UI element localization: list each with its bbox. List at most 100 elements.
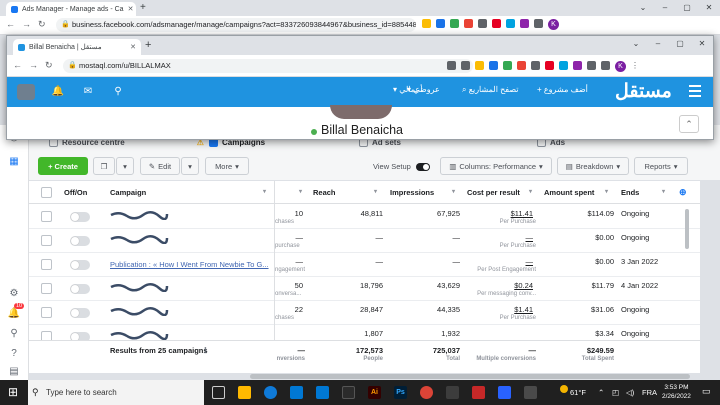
- maximize-icon[interactable]: ▢: [669, 36, 691, 55]
- reports-button[interactable]: Reports ▾: [634, 157, 688, 175]
- extension-icon[interactable]: [489, 61, 498, 70]
- extension-icon[interactable]: [478, 19, 487, 28]
- info-icon[interactable]: ℹ: [204, 346, 207, 355]
- new-tab-icon[interactable]: +: [145, 39, 151, 51]
- mail-icon[interactable]: [316, 386, 329, 399]
- edit-dropdown[interactable]: ▾: [181, 157, 199, 175]
- close-window-icon[interactable]: ✕: [698, 0, 720, 16]
- file-explorer-icon[interactable]: [238, 386, 251, 399]
- back-arrow-icon[interactable]: ←: [6, 19, 15, 29]
- report-icon[interactable]: ▤: [7, 365, 21, 379]
- table-row[interactable]: Publication : « How I Went From Newbie T…: [29, 253, 700, 277]
- cost-per-result-value[interactable]: $1.41: [467, 305, 533, 314]
- minimize-icon[interactable]: –: [654, 0, 676, 16]
- table-icon[interactable]: ▦: [7, 155, 21, 169]
- edit-button[interactable]: ✎ Edit: [140, 157, 180, 175]
- nav-browse-projects[interactable]: تصفح المشاريع ⌕: [462, 85, 519, 95]
- chevron-down-icon[interactable]: ▾: [374, 181, 377, 204]
- settings-icon[interactable]: ⚙: [7, 287, 21, 301]
- row-checkbox[interactable]: [41, 259, 52, 270]
- close-icon[interactable]: ✕: [130, 43, 136, 51]
- extension-icon[interactable]: [464, 19, 473, 28]
- app-icon[interactable]: [524, 386, 537, 399]
- table-row[interactable]: 50 onversa... 18,796 43,629 $0.24 Per messagi…: [29, 277, 700, 301]
- campaign-toggle[interactable]: [70, 212, 90, 222]
- reload-icon[interactable]: ↻: [45, 60, 53, 71]
- chevron-down-icon[interactable]: ▾: [299, 181, 302, 204]
- mostaql-logo[interactable]: مستقل: [615, 80, 672, 103]
- table-row[interactable]: 10 chases 48,811 67,925 $11.41 Per Purchase $1…: [29, 205, 700, 229]
- extension-icon[interactable]: [475, 61, 484, 70]
- close-icon[interactable]: ✕: [128, 5, 134, 13]
- windows-start-icon[interactable]: ⊞: [8, 385, 18, 399]
- edge-icon[interactable]: [264, 386, 277, 399]
- forward-arrow-icon[interactable]: →: [29, 60, 38, 70]
- tab-ads-manager[interactable]: Ads Manager - Manage ads - Ca ✕: [6, 2, 136, 16]
- table-horizontal-scrollbar[interactable]: [250, 374, 690, 379]
- breakdown-button[interactable]: ▤ Breakdown ▾: [557, 157, 629, 175]
- app-icon[interactable]: [498, 386, 511, 399]
- app-icon[interactable]: [446, 386, 459, 399]
- extension-icon[interactable]: [422, 19, 431, 28]
- chevron-down-icon[interactable]: ▾: [662, 181, 665, 204]
- maximize-icon[interactable]: ▢: [676, 0, 698, 16]
- notifications-icon[interactable]: 🔔: [7, 307, 21, 321]
- chevron-down-icon[interactable]: ▾: [263, 181, 266, 204]
- duplicate-button[interactable]: ❐: [93, 157, 115, 175]
- row-checkbox[interactable]: [41, 307, 52, 318]
- chrome-icon[interactable]: [420, 386, 433, 399]
- hamburger-menu-icon[interactable]: [689, 85, 701, 97]
- chevron-down-icon[interactable]: ▾: [452, 181, 455, 204]
- row-checkbox[interactable]: [41, 211, 52, 222]
- chevron-up-icon[interactable]: ⌃: [598, 388, 604, 397]
- col-cost-per-result[interactable]: Cost per result: [467, 181, 520, 204]
- chevron-down-icon[interactable]: ▾: [605, 181, 608, 204]
- campaign-toggle[interactable]: [70, 284, 90, 294]
- col-campaign[interactable]: Campaign: [110, 181, 146, 204]
- volume-icon[interactable]: ◁): [626, 388, 634, 397]
- columns-button[interactable]: ▥ Columns: Performance ▾: [440, 157, 552, 175]
- app-icon[interactable]: [342, 386, 355, 399]
- table-row[interactable]: — purchase — — — Per Purchase $0.00 Ongoing: [29, 229, 700, 253]
- notification-center-icon[interactable]: ▭: [702, 386, 711, 397]
- cost-per-result-value[interactable]: $0.24: [467, 281, 533, 290]
- campaign-name[interactable]: Publication : « How I Went From Newbie T…: [110, 260, 269, 269]
- view-setup-toggle[interactable]: [415, 162, 430, 171]
- menu-dots-icon[interactable]: ⋮: [631, 61, 639, 72]
- forward-arrow-icon[interactable]: →: [22, 19, 31, 29]
- table-row[interactable]: 22 chases 28,847 44,335 $1.41 Per Purchase $31…: [29, 301, 700, 325]
- extension-icon[interactable]: [450, 19, 459, 28]
- extension-icon[interactable]: [545, 61, 554, 70]
- search-icon[interactable]: ⚲: [7, 327, 21, 341]
- chevron-up-icon[interactable]: ⌃: [679, 115, 699, 133]
- help-icon[interactable]: ?: [7, 347, 21, 361]
- select-all-checkbox[interactable]: [41, 187, 52, 198]
- create-button[interactable]: + Create: [38, 157, 88, 175]
- chevron-down-icon[interactable]: ⌄: [632, 0, 654, 16]
- bell-icon[interactable]: 🔔: [51, 85, 65, 99]
- row-checkbox[interactable]: [41, 283, 52, 294]
- col-ends[interactable]: Ends: [621, 181, 639, 204]
- extension-icon[interactable]: [503, 61, 512, 70]
- extension-icon[interactable]: [573, 61, 582, 70]
- reading-list-icon[interactable]: [601, 61, 610, 70]
- campaign-toggle[interactable]: [70, 260, 90, 270]
- extension-icon[interactable]: [436, 19, 445, 28]
- table-vertical-scrollbar[interactable]: [685, 209, 689, 249]
- front-url-field[interactable]: 🔒 mostaql.com/u/BILLALMAX: [63, 59, 473, 73]
- profile-avatar[interactable]: K: [548, 19, 559, 30]
- col-off-on[interactable]: Off/On: [64, 181, 87, 204]
- close-window-icon[interactable]: ✕: [691, 36, 713, 55]
- app-icon[interactable]: [472, 386, 485, 399]
- new-tab-icon[interactable]: +: [140, 2, 146, 13]
- add-column-icon[interactable]: ⊕: [679, 181, 687, 204]
- extension-icon[interactable]: [520, 19, 529, 28]
- weather-temp[interactable]: 61°F: [570, 388, 586, 397]
- view-setup[interactable]: View Setup: [373, 162, 430, 171]
- campaign-toggle[interactable]: [70, 308, 90, 318]
- nav-offers[interactable]: عروضي ▾: [407, 85, 440, 94]
- back-url-field[interactable]: 🔒 business.facebook.com/adsmanager/manag…: [56, 18, 416, 32]
- back-arrow-icon[interactable]: ←: [13, 60, 22, 70]
- tab-mostaql[interactable]: Billal Benaicha | مستقل ✕: [13, 39, 141, 55]
- illustrator-icon[interactable]: Ai: [368, 386, 381, 399]
